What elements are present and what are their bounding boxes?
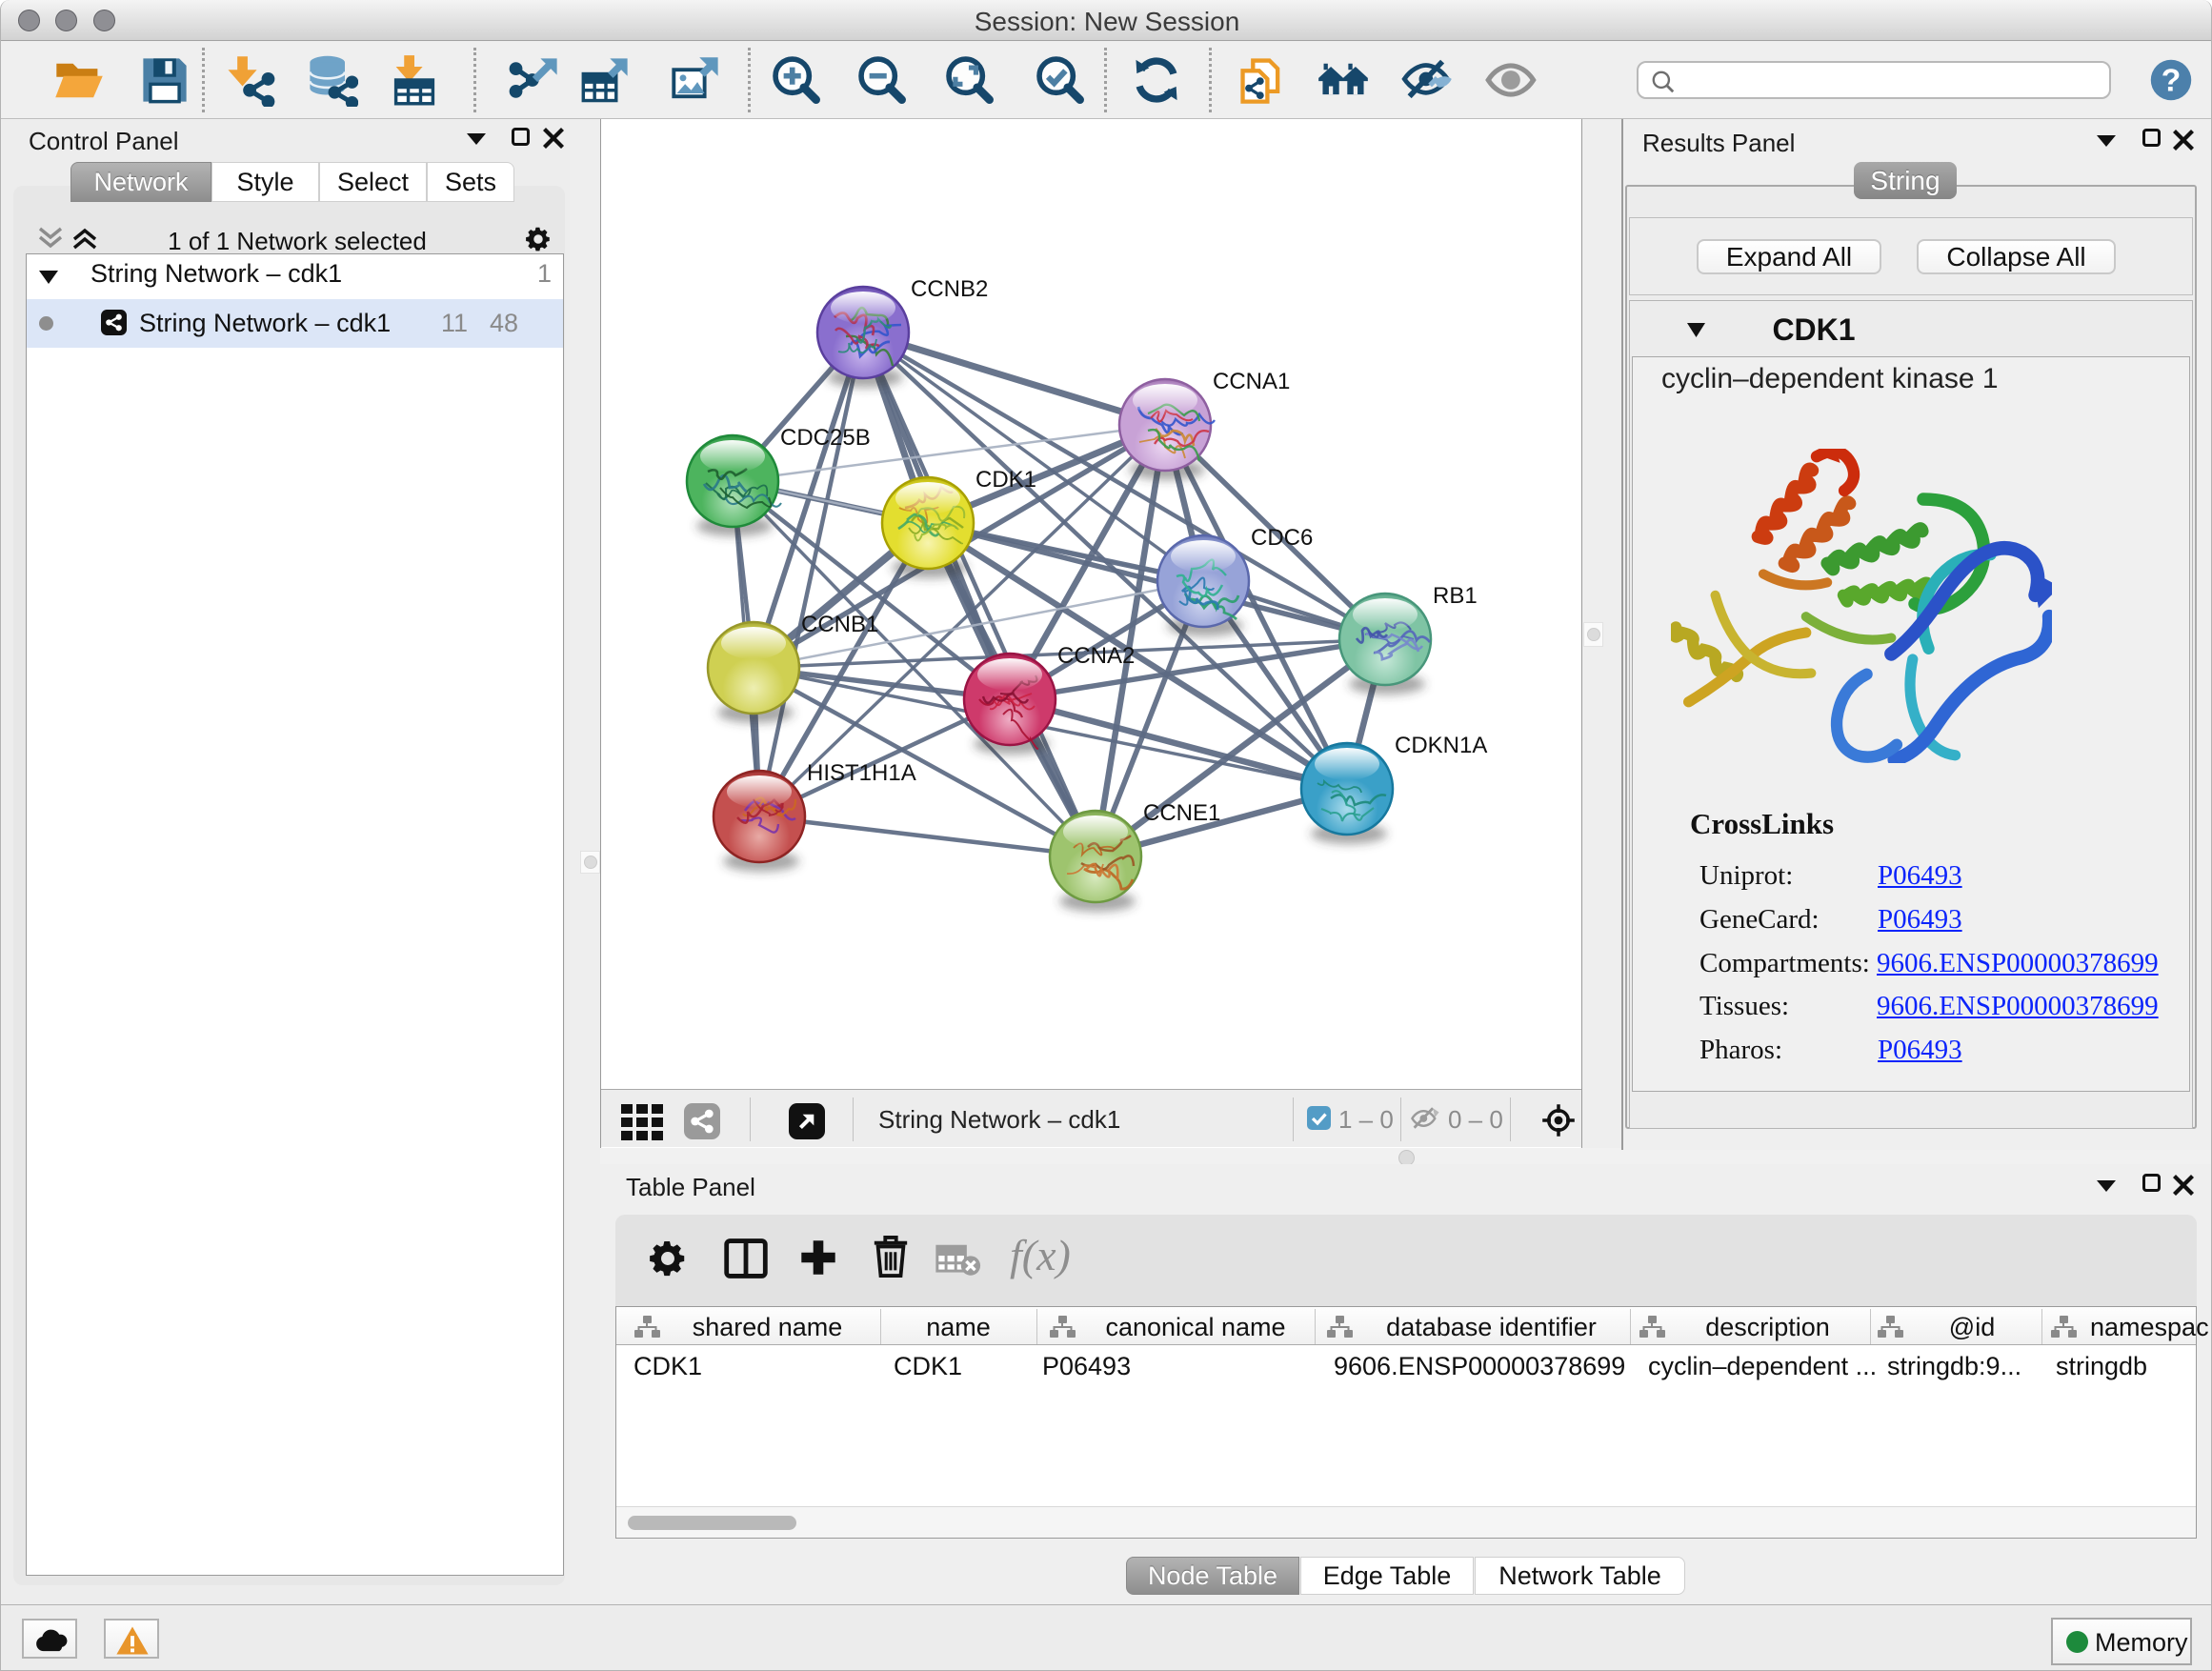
- svg-text:CCNA2: CCNA2: [1057, 643, 1135, 669]
- svg-text:CCNE1: CCNE1: [1143, 800, 1220, 826]
- svg-text:CDKN1A: CDKN1A: [1395, 733, 1487, 758]
- svg-text:CCNB1: CCNB1: [801, 612, 878, 637]
- svg-text:CCNA1: CCNA1: [1213, 369, 1290, 394]
- svg-text:CDC25B: CDC25B: [780, 425, 871, 451]
- svg-text:HIST1H1A: HIST1H1A: [807, 760, 916, 786]
- svg-text:CCNB2: CCNB2: [911, 276, 988, 302]
- svg-text:RB1: RB1: [1433, 583, 1478, 609]
- svg-text:?: ?: [2162, 64, 2182, 99]
- svg-text:CDC6: CDC6: [1251, 525, 1313, 551]
- svg-text:CDK1: CDK1: [975, 467, 1036, 493]
